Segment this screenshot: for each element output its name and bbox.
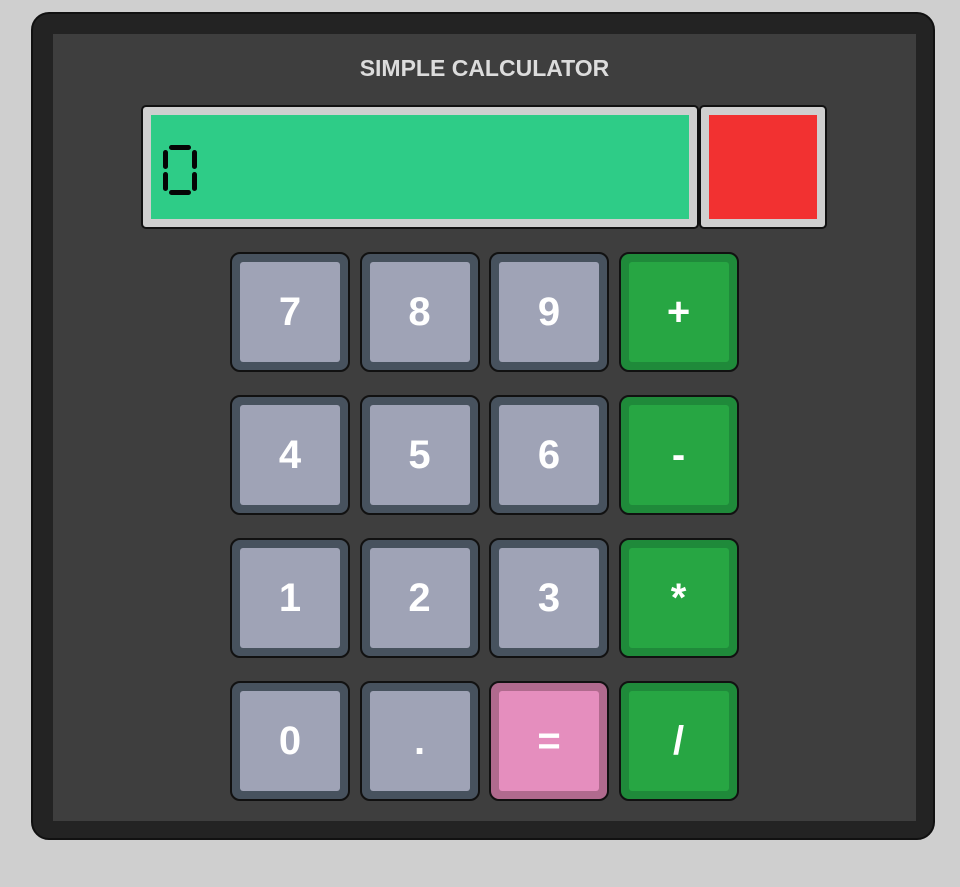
equals-button[interactable]: = (489, 681, 609, 801)
display-screen (151, 115, 689, 219)
digit-0-button[interactable]: 0 (230, 681, 350, 801)
subtract-button[interactable]: - (618, 395, 739, 515)
key-label: 1 (240, 548, 340, 648)
display-value (163, 145, 203, 195)
calculator-frame: SIMPLE CALCULATOR 7 8 9 +4 5 6- 1 2 3 * 0. = / (31, 12, 935, 840)
digit-6-button[interactable]: 6 (489, 395, 609, 515)
calculator-panel: SIMPLE CALCULATOR 7 8 9 +4 5 6- 1 2 3 * 0. = / (53, 34, 916, 821)
key-label: 9 (499, 262, 599, 362)
digit-4-button[interactable]: 4 (230, 395, 350, 515)
decimal-button[interactable]: . (359, 681, 480, 801)
calculator-title: SIMPLE CALCULATOR (359, 55, 610, 81)
key-label: / (628, 691, 729, 791)
add-button[interactable]: + (618, 252, 739, 372)
key-label: * (628, 548, 729, 648)
key-label: 5 (369, 405, 470, 505)
digit-3-button[interactable]: 3 (489, 538, 609, 658)
digit-8-button[interactable]: 8 (359, 252, 480, 372)
key-label: 6 (499, 405, 599, 505)
key-label: = (499, 691, 599, 791)
key-label: 3 (499, 548, 599, 648)
key-label: 8 (369, 262, 470, 362)
key-label: . (369, 691, 470, 791)
digit-7-button[interactable]: 7 (230, 252, 350, 372)
digit-9-button[interactable]: 9 (489, 252, 609, 372)
key-label: 7 (240, 262, 340, 362)
divide-button[interactable]: / (618, 681, 739, 801)
digit-2-button[interactable]: 2 (359, 538, 480, 658)
key-label: + (628, 262, 729, 362)
status-indicator (699, 105, 827, 229)
keypad: 7 8 9 +4 5 6- 1 2 3 * 0. = / (230, 252, 740, 802)
digit-1-button[interactable]: 1 (230, 538, 350, 658)
multiply-button[interactable]: * (618, 538, 739, 658)
status-light (709, 115, 817, 219)
key-label: 0 (240, 691, 340, 791)
key-label: - (628, 405, 729, 505)
key-label: 4 (240, 405, 340, 505)
key-label: 2 (369, 548, 470, 648)
display (141, 105, 699, 229)
digit-5-button[interactable]: 5 (359, 395, 480, 515)
